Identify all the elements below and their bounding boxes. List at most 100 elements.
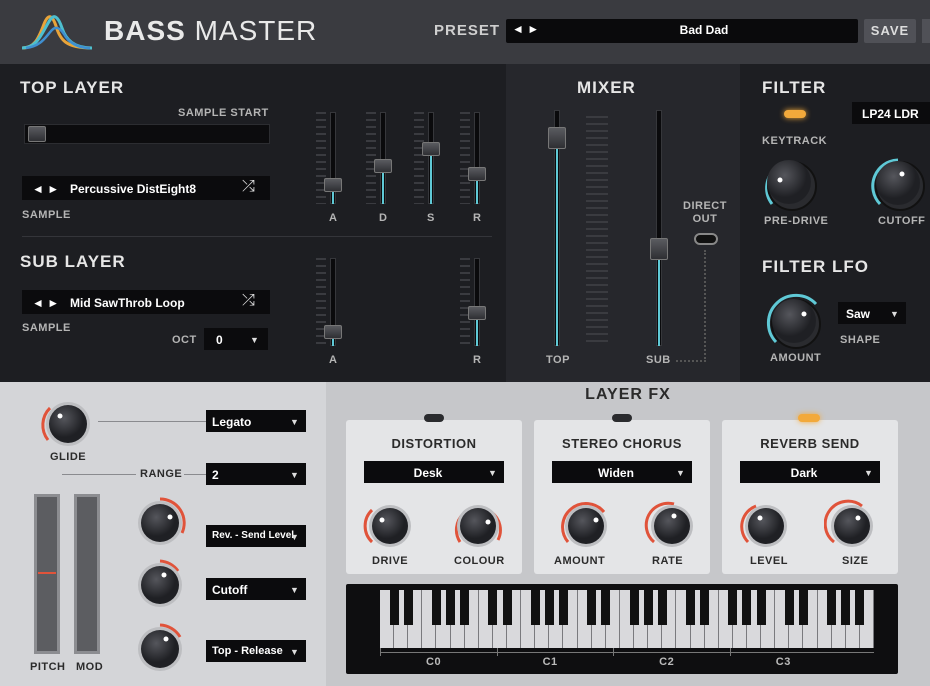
sub-fader-thumb[interactable] bbox=[650, 238, 668, 261]
top-fader-fill bbox=[556, 138, 558, 346]
reverb-enable-led[interactable] bbox=[798, 414, 820, 422]
keytrack-led[interactable] bbox=[784, 110, 806, 118]
chevron-down-icon: ▼ bbox=[676, 468, 685, 478]
direct-out-route-line bbox=[676, 250, 706, 362]
sub-ar-a-thumb[interactable] bbox=[324, 324, 342, 339]
chorus-type-value: Widen bbox=[598, 466, 634, 480]
reverb-title: REVERB SEND bbox=[760, 436, 860, 451]
connector-line bbox=[98, 421, 206, 422]
shuffle-icon[interactable]: ⤮ bbox=[242, 292, 255, 310]
mod-amount-knob-2[interactable] bbox=[130, 555, 190, 615]
pre-drive-knob[interactable] bbox=[760, 154, 824, 218]
header-extra-button[interactable] bbox=[922, 19, 930, 43]
save-button[interactable]: SAVE bbox=[864, 19, 916, 43]
pitch-wheel[interactable] bbox=[34, 494, 60, 654]
piano-black-key[interactable] bbox=[841, 590, 851, 625]
octave-ruler bbox=[380, 652, 874, 653]
top-adsr-d-label: D bbox=[379, 212, 388, 224]
mixer-meter bbox=[586, 116, 608, 346]
sub-ar-r-thumb[interactable] bbox=[468, 306, 486, 321]
piano-black-key[interactable] bbox=[431, 590, 441, 625]
chevron-down-icon: ▼ bbox=[890, 309, 899, 319]
top-sample-arrows-icon[interactable]: ◄ ► bbox=[32, 182, 59, 196]
top-fader-thumb[interactable] bbox=[548, 127, 566, 150]
piano-black-key[interactable] bbox=[601, 590, 611, 625]
piano-black-key[interactable] bbox=[558, 590, 568, 625]
colour-knob[interactable] bbox=[450, 498, 506, 554]
top-sample-name: Percussive DistEight8 bbox=[70, 182, 197, 196]
piano-black-key[interactable] bbox=[544, 590, 554, 625]
reverb-size-knob[interactable] bbox=[824, 498, 880, 554]
app-title: BASS MASTER bbox=[104, 15, 317, 47]
piano-black-key[interactable] bbox=[587, 590, 597, 625]
chevron-down-icon: ▼ bbox=[290, 417, 299, 427]
piano-black-key[interactable] bbox=[685, 590, 696, 625]
oct-label: OCT bbox=[172, 334, 197, 346]
mod-amount-knob-1[interactable] bbox=[130, 493, 190, 553]
piano-black-key[interactable] bbox=[657, 590, 667, 625]
preset-name: Bad Dad bbox=[679, 23, 729, 37]
top-adsr-s-ticks bbox=[414, 112, 424, 204]
lfo-amount-knob[interactable] bbox=[764, 292, 828, 356]
piano-black-key[interactable] bbox=[756, 590, 766, 625]
top-adsr-a-thumb[interactable] bbox=[324, 178, 342, 193]
piano-black-key[interactable] bbox=[643, 590, 653, 625]
filter-type-value: LP24 LDR bbox=[862, 107, 919, 121]
piano-black-key[interactable] bbox=[728, 590, 738, 625]
shuffle-icon[interactable]: ⤮ bbox=[242, 178, 255, 196]
sample-start-slider[interactable] bbox=[24, 124, 270, 144]
layer-fx-title: LAYER FX bbox=[585, 386, 671, 403]
drive-label: DRIVE bbox=[372, 555, 409, 567]
mod-amount-knob-3[interactable] bbox=[130, 619, 190, 679]
reverb-size-label: SIZE bbox=[842, 555, 869, 567]
piano-black-key[interactable] bbox=[446, 590, 456, 625]
piano-black-key[interactable] bbox=[460, 590, 470, 625]
top-adsr-d-thumb[interactable] bbox=[374, 158, 392, 173]
top-adsr-r-ticks bbox=[460, 112, 470, 204]
glide-label: GLIDE bbox=[50, 451, 87, 463]
chorus-enable-led[interactable] bbox=[612, 414, 632, 422]
sub-sample-label: SAMPLE bbox=[22, 322, 71, 334]
cutoff-knob[interactable] bbox=[868, 154, 930, 218]
octave-tick bbox=[496, 648, 498, 656]
chorus-rate-knob[interactable] bbox=[644, 498, 700, 554]
octave-tick bbox=[380, 648, 381, 656]
piano-black-key[interactable] bbox=[488, 590, 498, 625]
logo-icon bbox=[21, 15, 93, 50]
chevron-down-icon: ▼ bbox=[290, 532, 299, 542]
sample-start-label: SAMPLE START bbox=[178, 107, 269, 119]
reverb-level-knob[interactable] bbox=[738, 498, 794, 554]
direct-out-toggle[interactable] bbox=[694, 233, 718, 245]
chorus-amount-knob[interactable] bbox=[558, 498, 614, 554]
octave-label-c2: C2 bbox=[659, 656, 675, 668]
oct-value: 0 bbox=[216, 333, 223, 347]
top-adsr-r-thumb[interactable] bbox=[468, 166, 486, 181]
sub-fader-label: SUB bbox=[646, 354, 671, 366]
piano-black-key[interactable] bbox=[389, 590, 399, 625]
glide-mode-value: Legato bbox=[212, 415, 252, 429]
sub-sample-arrows-icon[interactable]: ◄ ► bbox=[32, 296, 59, 310]
piano-black-key[interactable] bbox=[403, 590, 413, 625]
app-title-bold: BASS bbox=[104, 15, 186, 46]
piano-black-key[interactable] bbox=[798, 590, 808, 625]
piano-black-key[interactable] bbox=[784, 590, 794, 625]
keytrack-label: KEYTRACK bbox=[762, 135, 828, 147]
chevron-down-icon: ▼ bbox=[290, 585, 299, 595]
mod-wheel[interactable] bbox=[74, 494, 100, 654]
cutoff-label: CUTOFF bbox=[878, 215, 926, 227]
distortion-enable-led[interactable] bbox=[424, 414, 444, 422]
distortion-title: DISTORTION bbox=[391, 436, 477, 451]
top-adsr-s-thumb[interactable] bbox=[422, 141, 440, 156]
piano-black-key[interactable] bbox=[502, 590, 512, 625]
glide-knob[interactable] bbox=[38, 394, 98, 454]
piano-black-key[interactable] bbox=[827, 590, 837, 625]
connector-line bbox=[62, 474, 136, 475]
piano-black-key[interactable] bbox=[855, 590, 865, 625]
piano-black-key[interactable] bbox=[530, 590, 540, 625]
sample-start-thumb[interactable] bbox=[28, 126, 46, 142]
drive-knob[interactable] bbox=[362, 498, 418, 554]
piano-black-key[interactable] bbox=[700, 590, 710, 625]
piano-black-key[interactable] bbox=[742, 590, 752, 625]
piano-black-key[interactable] bbox=[629, 590, 639, 625]
top-adsr-r-label: R bbox=[473, 212, 482, 224]
